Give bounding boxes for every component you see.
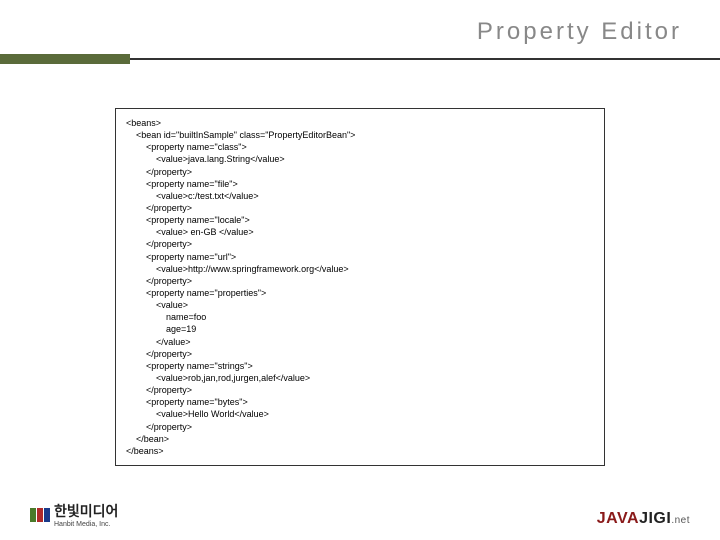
title-accent-bar: [0, 54, 130, 64]
code-box: <beans> <bean id="builtInSample" class="…: [115, 108, 605, 466]
footer-right-brand: JAVAJIGI.net: [597, 510, 690, 528]
hanbit-name: 한빛미디어: [54, 501, 118, 521]
hanbit-mark-icon: [30, 508, 50, 522]
footer: 한빛미디어 Hanbit Media, Inc. JAVAJIGI.net: [30, 501, 690, 528]
javajigi-java: JAVA: [597, 510, 639, 527]
javajigi-net: .net: [671, 515, 690, 526]
footer-left-brand: 한빛미디어 Hanbit Media, Inc.: [30, 501, 118, 528]
javajigi-jigi: JIGI: [639, 510, 671, 527]
slide-title: Property Editor: [30, 18, 682, 46]
hanbit-sub: Hanbit Media, Inc.: [54, 521, 118, 528]
xml-code: <beans> <bean id="builtInSample" class="…: [126, 117, 594, 457]
title-bar: Property Editor: [30, 18, 690, 58]
hanbit-logo: 한빛미디어 Hanbit Media, Inc.: [30, 501, 118, 528]
